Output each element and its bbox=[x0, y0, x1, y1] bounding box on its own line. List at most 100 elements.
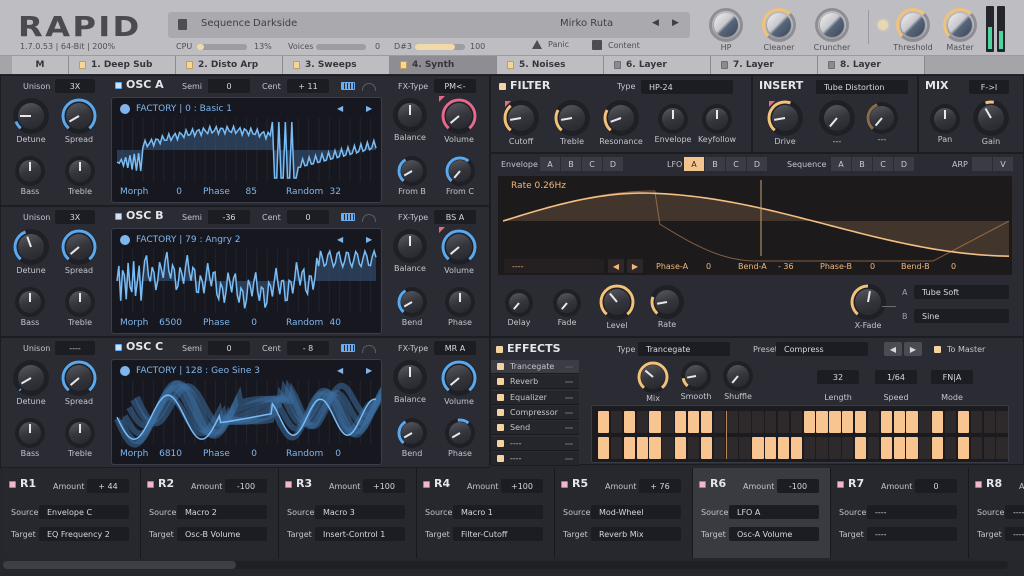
target-select[interactable]: EQ Frequency 2 bbox=[39, 527, 129, 541]
drag-handle-icon[interactable] bbox=[565, 411, 573, 414]
effect-enable-led[interactable] bbox=[497, 363, 504, 370]
lfo-tab-d[interactable]: D bbox=[747, 157, 767, 171]
preset-browser-bar[interactable]: Sequence Darkside Mirko Ruta ◀ ▶ bbox=[168, 12, 690, 38]
gate-step-2-18[interactable] bbox=[816, 437, 828, 459]
to-master-checkbox[interactable] bbox=[934, 346, 941, 353]
filter-type-select[interactable]: HP-24 bbox=[641, 80, 733, 94]
master-knob[interactable] bbox=[943, 8, 977, 42]
cleaner-knob[interactable] bbox=[762, 8, 796, 42]
gate-step-1-11[interactable] bbox=[726, 411, 738, 433]
tab-4-synth[interactable]: 4. Synth bbox=[390, 56, 497, 74]
pitch-gauge-icon[interactable] bbox=[362, 345, 376, 353]
gate-step-1-7[interactable] bbox=[675, 411, 687, 433]
length-field[interactable]: 32 bbox=[817, 370, 859, 384]
effect-slot-equalizer[interactable]: Equalizer bbox=[491, 390, 579, 405]
morph-value[interactable]: 0 bbox=[157, 187, 182, 197]
wavetable-next-icon[interactable]: ▶ bbox=[366, 104, 372, 113]
mod-slot-r6[interactable]: R6 Amount -100 Source LFO A Target Osc-A Volum… bbox=[693, 468, 831, 558]
envelope-tab-c[interactable]: C bbox=[582, 157, 602, 171]
gate-step-1-18[interactable] bbox=[816, 411, 828, 433]
file-icon[interactable] bbox=[178, 19, 187, 30]
gate-step-1-17[interactable] bbox=[803, 411, 815, 433]
gate-step-1-3[interactable] bbox=[623, 411, 636, 433]
fx-preset-select[interactable]: Compress bbox=[776, 342, 868, 356]
fx-prev-icon[interactable]: ◀ bbox=[884, 342, 902, 356]
gate-step-2-9[interactable] bbox=[700, 437, 713, 459]
envelope-tab-a[interactable]: A bbox=[540, 157, 560, 171]
amount-field[interactable]: +100 bbox=[363, 479, 405, 493]
gate-step-1-6[interactable] bbox=[662, 411, 674, 433]
resonance-knob[interactable] bbox=[603, 100, 639, 136]
arp-tab-blank[interactable] bbox=[972, 157, 992, 171]
slot-enable-led[interactable] bbox=[975, 481, 982, 488]
pitch-gauge-icon[interactable] bbox=[362, 214, 376, 222]
gate-step-2-13[interactable] bbox=[752, 437, 764, 459]
random-value[interactable]: 40 bbox=[327, 318, 341, 328]
gate-step-1-12[interactable] bbox=[739, 411, 751, 433]
drag-handle-icon[interactable] bbox=[565, 442, 573, 445]
drag-handle-icon[interactable] bbox=[565, 381, 573, 384]
fx-mix-knob[interactable] bbox=[637, 361, 669, 393]
gate-step-2-10[interactable] bbox=[713, 437, 725, 459]
wavetable-prev-icon[interactable]: ◀ bbox=[337, 235, 343, 244]
wavetable-menu-icon[interactable] bbox=[120, 366, 130, 376]
spread-knob[interactable] bbox=[61, 229, 97, 265]
drag-handle-icon[interactable] bbox=[565, 366, 573, 368]
gate-step-1-30[interactable] bbox=[970, 411, 982, 433]
from-b-knob[interactable] bbox=[397, 156, 427, 186]
gate-step-1-10[interactable] bbox=[713, 411, 725, 433]
bend-knob[interactable] bbox=[397, 418, 427, 448]
from-c-knob[interactable] bbox=[445, 156, 475, 186]
phase-value[interactable]: 0 bbox=[237, 449, 257, 459]
target-select[interactable]: ---- bbox=[1005, 527, 1024, 541]
wavetable-prev-icon[interactable]: ◀ bbox=[337, 104, 343, 113]
target-select[interactable]: Filter-Cutoff bbox=[453, 527, 543, 541]
effect-enable-led[interactable] bbox=[497, 408, 504, 416]
effect-slot-reverb[interactable]: Reverb bbox=[491, 375, 579, 390]
gate-step-1-2[interactable] bbox=[610, 411, 623, 433]
mod-slot-r1[interactable]: R1 Amount + 44 Source Envelope C Target EQ Fre… bbox=[3, 468, 141, 558]
gate-step-2-19[interactable] bbox=[829, 437, 841, 459]
layer-enable-led[interactable] bbox=[721, 61, 728, 69]
wavetable-display[interactable]: FACTORY | 79 : Angry 2 ◀ ▶ Morph 6500 Phase 0 R… bbox=[111, 228, 382, 334]
effects-enable-toggle[interactable] bbox=[496, 346, 503, 353]
lfo-rate-knob[interactable] bbox=[650, 285, 684, 319]
unison-select[interactable]: ---- bbox=[55, 341, 95, 355]
gate-step-2-12[interactable] bbox=[739, 437, 751, 459]
gate-step-1-20[interactable] bbox=[842, 411, 854, 433]
gate-step-2-4[interactable] bbox=[636, 437, 648, 459]
phase-knob[interactable] bbox=[445, 287, 475, 317]
phase-value[interactable]: 0 bbox=[237, 318, 257, 328]
spread-knob[interactable] bbox=[61, 98, 97, 134]
panic-button[interactable]: Panic bbox=[532, 40, 569, 49]
gate-step-2-20[interactable] bbox=[842, 437, 854, 459]
gate-step-2-3[interactable] bbox=[623, 437, 636, 459]
balance-knob[interactable] bbox=[393, 229, 427, 263]
source-select[interactable]: ---- bbox=[867, 505, 957, 519]
drag-handle-icon[interactable] bbox=[565, 427, 573, 430]
mode-field[interactable]: FN|A bbox=[931, 370, 973, 384]
gate-step-1-1[interactable] bbox=[598, 411, 610, 433]
mod-slot-r8[interactable]: R8AmountSource----Target---- bbox=[969, 468, 1024, 558]
phase-value[interactable]: 85 bbox=[237, 187, 257, 197]
gate-step-2-24[interactable] bbox=[893, 437, 905, 459]
lfo-tab-a[interactable]: A bbox=[684, 157, 704, 171]
gate-step-1-32[interactable] bbox=[996, 411, 1008, 433]
source-select[interactable]: Envelope C bbox=[39, 505, 129, 519]
amount-field[interactable]: + 76 bbox=[639, 479, 681, 493]
bend-b-value[interactable]: 0 bbox=[951, 262, 956, 271]
gate-step-2-17[interactable] bbox=[803, 437, 815, 459]
gate-step-1-27[interactable] bbox=[932, 411, 944, 433]
tab-7-layer[interactable]: 7. Layer bbox=[711, 56, 818, 74]
balance-knob[interactable] bbox=[393, 98, 427, 132]
fx-type-select[interactable]: Trancegate bbox=[638, 342, 730, 356]
layer-enable-led[interactable] bbox=[614, 61, 621, 69]
threshold-knob[interactable] bbox=[896, 8, 930, 42]
volume-knob[interactable] bbox=[441, 98, 477, 134]
next-preset-icon[interactable]: ▶ bbox=[672, 18, 679, 28]
gate-step-2-22[interactable] bbox=[867, 437, 880, 459]
layer-enable-led[interactable] bbox=[293, 61, 300, 69]
gate-step-2-8[interactable] bbox=[687, 437, 700, 459]
tab-6-layer[interactable]: 6. Layer bbox=[604, 56, 711, 74]
hp-knob[interactable] bbox=[709, 8, 743, 42]
